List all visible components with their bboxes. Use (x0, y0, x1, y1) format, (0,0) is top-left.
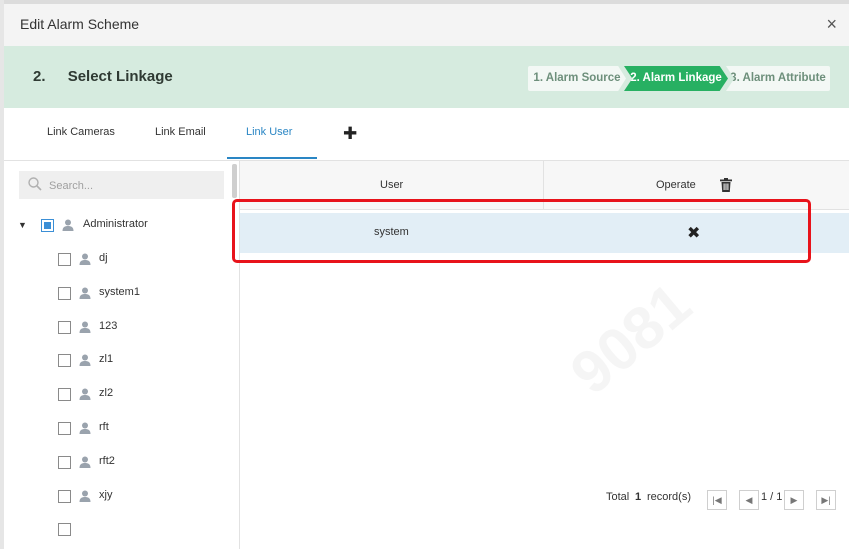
trash-icon[interactable] (720, 178, 732, 192)
search-icon (28, 177, 42, 191)
tree-node-user[interactable]: zl1 (58, 351, 239, 371)
step-alarm-linkage[interactable]: 2. Alarm Linkage (624, 66, 728, 91)
tree-node-user[interactable]: zl2 (58, 385, 239, 405)
search-box (19, 171, 224, 199)
tree-checkbox[interactable] (58, 422, 71, 435)
user-icon (79, 253, 91, 265)
step-heading: 2. Select Linkage (33, 68, 173, 85)
tree-node-user[interactable]: system1 (58, 284, 239, 304)
user-icon (79, 321, 91, 333)
tree-node-user[interactable]: rft (58, 419, 239, 439)
first-page-icon[interactable]: |◀ (707, 490, 727, 510)
tree-node-label: system1 (99, 285, 140, 298)
tree-checkbox-administrator[interactable] (41, 219, 54, 232)
tab-link-email[interactable]: Link Email (155, 126, 206, 138)
tree-checkbox[interactable] (58, 523, 71, 537)
next-page-icon[interactable]: ▶ (784, 490, 804, 510)
tree-checkbox[interactable] (58, 286, 71, 300)
tree-node-label: 123 (99, 319, 118, 332)
dialog-titlebar: Edit Alarm Scheme × (4, 4, 849, 46)
step-alarm-attribute[interactable]: 3. Alarm Attribute (726, 66, 830, 91)
linkage-tabs: Link Cameras Link Email Link User ✚ (4, 108, 849, 161)
tree-node-user[interactable]: dj (58, 250, 239, 270)
pager-page-display: 1 / 1 (761, 491, 783, 503)
tree-node-user-partial[interactable] (58, 520, 239, 540)
add-linkage-icon[interactable]: ✚ (343, 124, 357, 144)
tree-node-label: zl2 (99, 387, 114, 400)
active-tab-indicator (227, 157, 317, 159)
user-icon (79, 490, 91, 502)
tree-node-label: Administrator (83, 218, 148, 230)
tree-node-user[interactable]: rft2 (58, 453, 239, 473)
column-header-operate: Operate (656, 179, 696, 191)
user-icon (79, 388, 91, 401)
tree-checkbox[interactable] (58, 354, 71, 368)
pager-records-label: record(s) (647, 491, 692, 503)
tree-node-label: zl1 (99, 353, 114, 366)
column-header-user: User (380, 179, 404, 191)
tree-checkbox[interactable] (58, 253, 71, 266)
collapse-triangle-icon[interactable]: ▼ (18, 220, 27, 230)
step-bar: 2. Select Linkage 1. Alarm Source 2. Ala… (4, 46, 849, 108)
user-tree-pane: ▼ Administrator dj system1 123 zl1 zl2 rft rft… (4, 161, 240, 549)
tree-node-user[interactable]: 123 (58, 318, 239, 338)
tab-link-user[interactable]: Link User (246, 126, 292, 138)
step-alarm-source[interactable]: 1. Alarm Source (528, 66, 626, 91)
tree-node-label: xjy (99, 488, 113, 501)
user-icon (79, 354, 91, 367)
tree-node-label: rft (99, 421, 109, 433)
edit-alarm-scheme-dialog: Edit Alarm Scheme × 2. Select Linkage 1.… (4, 4, 849, 549)
tree-checkbox[interactable] (58, 320, 71, 334)
tree-scrollbar[interactable] (232, 164, 237, 198)
user-icon (79, 422, 91, 434)
pager-total-label: Total (606, 491, 630, 503)
highlight-box (232, 199, 811, 263)
pager-total-count: 1 (635, 491, 642, 503)
search-input[interactable] (47, 175, 221, 197)
user-icon (62, 219, 74, 231)
tab-link-cameras[interactable]: Link Cameras (47, 126, 115, 138)
dialog-title: Edit Alarm Scheme (20, 16, 140, 32)
step-number: 2. (33, 68, 46, 85)
prev-page-icon[interactable]: ◀ (739, 490, 759, 510)
user-icon (79, 287, 91, 299)
user-icon (79, 456, 91, 468)
close-icon[interactable]: × (826, 14, 837, 34)
tree-node-user[interactable]: xjy (58, 487, 239, 507)
tree-node-label: dj (99, 252, 108, 264)
tree-checkbox[interactable] (58, 455, 71, 469)
tree-checkbox[interactable] (58, 489, 71, 503)
tree-node-label: rft2 (99, 454, 115, 467)
step-heading-label: Select Linkage (67, 68, 173, 85)
last-page-icon[interactable]: ▶| (816, 490, 836, 510)
tree-checkbox[interactable] (58, 388, 71, 402)
